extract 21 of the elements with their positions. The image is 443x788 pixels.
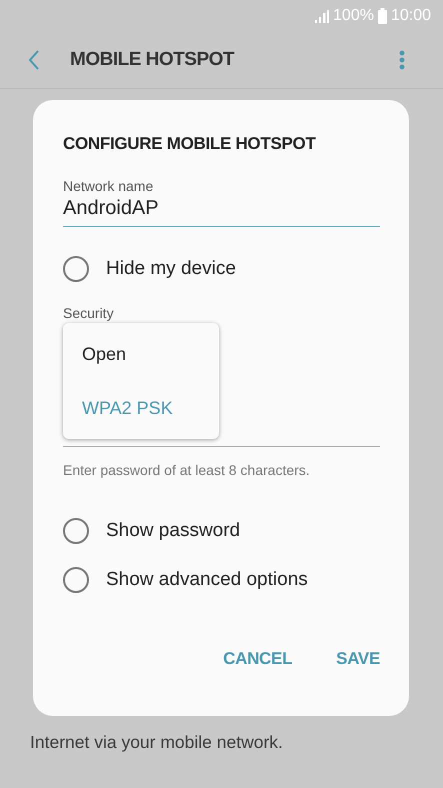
signal-icon — [315, 10, 330, 22]
radio-button[interactable] — [63, 518, 89, 544]
battery-icon — [378, 8, 387, 24]
dialog-button[interactable]: SAVE — [336, 649, 380, 669]
more-options-icon — [399, 50, 405, 70]
dialog-button[interactable]: CANCEL — [223, 649, 292, 669]
menu-item[interactable]: Open — [63, 344, 219, 364]
helper-text: Enter password of at least 8 characters. — [63, 462, 311, 478]
radio-button[interactable] — [63, 256, 89, 282]
description-text: Internet via your mobile network. — [30, 731, 284, 754]
screen-title: MOBILE HOTSPOT — [70, 49, 234, 71]
radio-button[interactable] — [63, 567, 89, 593]
option-label: Hide my device — [106, 258, 236, 280]
field-label: Security — [63, 305, 115, 321]
field-label: Network name — [63, 178, 154, 194]
menu-item[interactable]: WPA2 PSK — [63, 398, 219, 418]
option-label: Show password — [106, 520, 240, 542]
back-icon — [28, 50, 40, 70]
dialog-title: CONFIGURE MOBILE HOTSPOT — [63, 134, 317, 154]
option-label: Show advanced options — [106, 569, 308, 591]
network-name-field[interactable]: AndroidAP — [63, 194, 380, 227]
